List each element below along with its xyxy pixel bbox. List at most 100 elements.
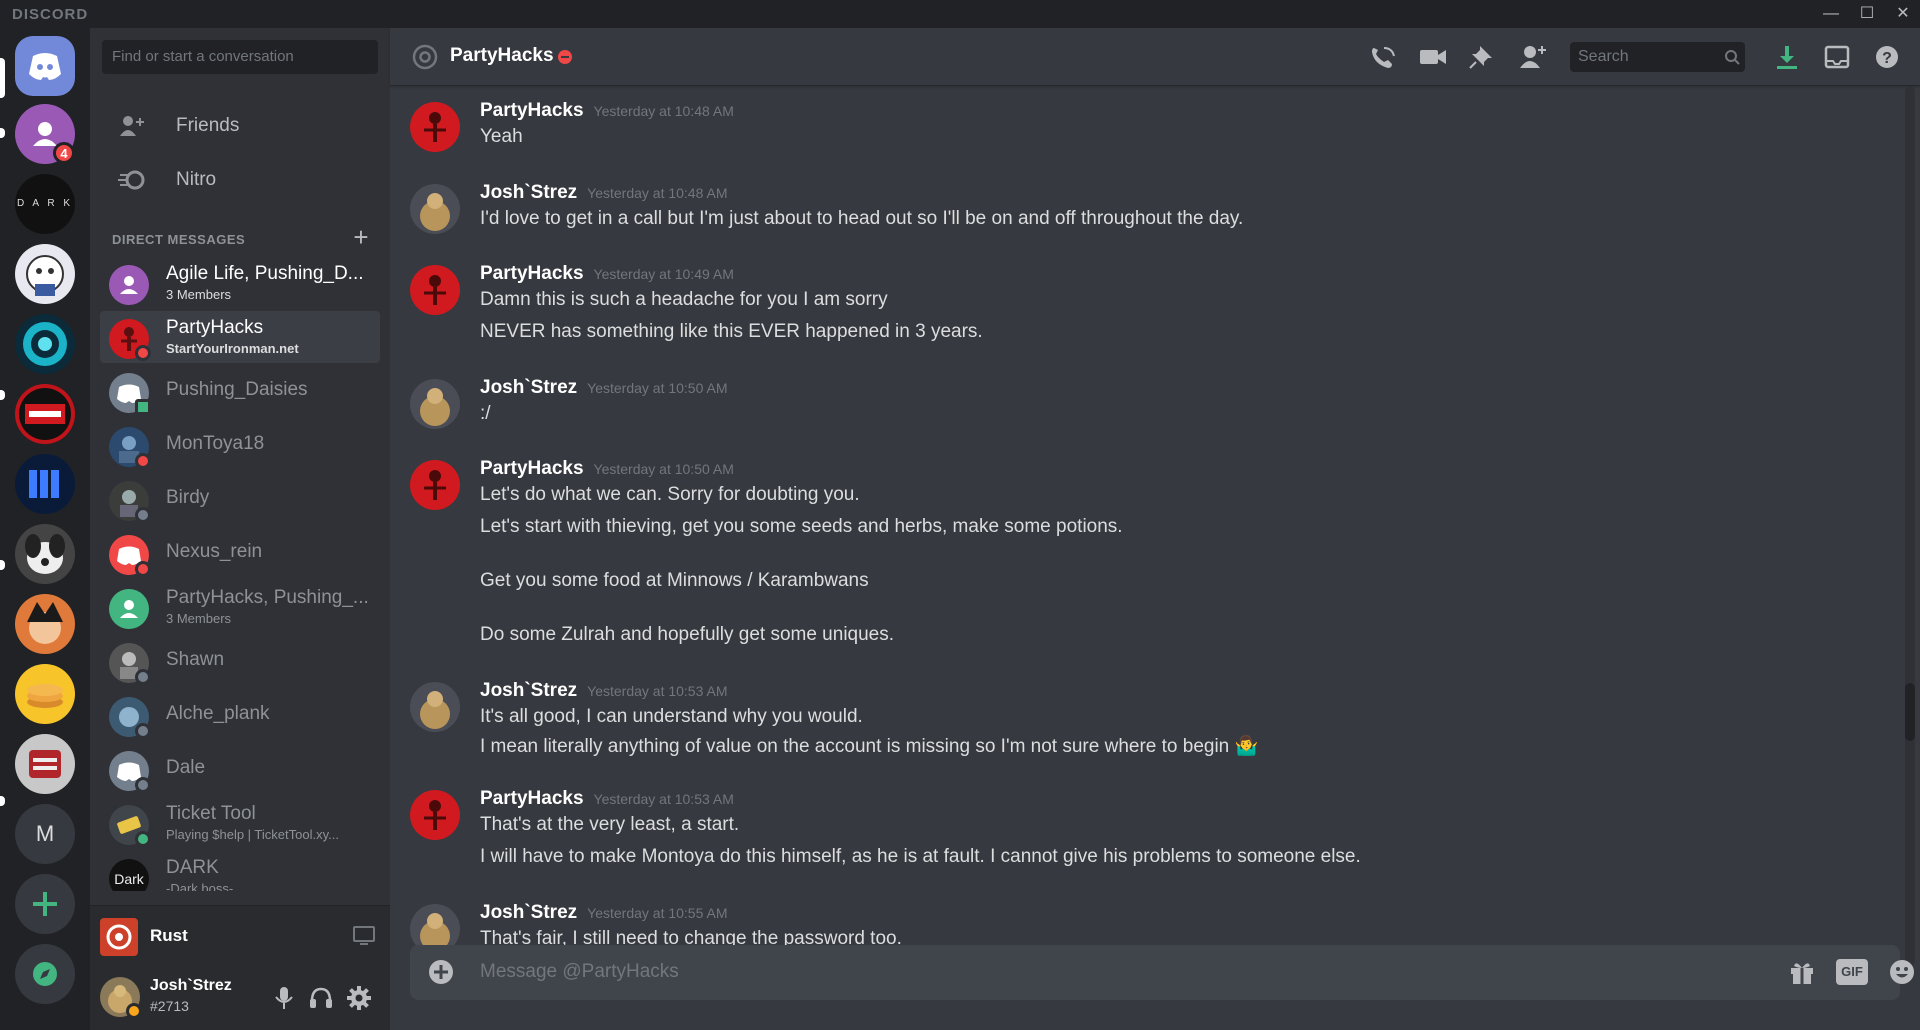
mobile-online-status-icon <box>135 399 151 415</box>
start-video-call-icon[interactable] <box>1418 44 1448 70</box>
server-oprs[interactable] <box>15 454 75 514</box>
dm-item-alche-plank[interactable]: Alche_plank <box>100 689 380 741</box>
server-red-logo[interactable] <box>15 734 75 794</box>
dm-item-dale[interactable]: Dale <box>100 743 380 795</box>
server-start-your-ironman[interactable] <box>15 384 75 444</box>
headphones-icon[interactable] <box>308 985 334 1011</box>
dm-item-agile-life-group[interactable]: Agile Life, Pushing_D... 3 Members <box>100 257 380 309</box>
message-input[interactable]: Message @PartyHacks <box>480 961 679 983</box>
server-dark[interactable]: D A R K <box>15 174 75 234</box>
unread-indicator <box>0 796 5 806</box>
josh-avatar[interactable] <box>410 682 460 732</box>
dnd-status-icon <box>135 561 151 577</box>
message-composer[interactable]: Message @PartyHacks GIF <box>410 945 1914 1000</box>
emoji-picker-icon[interactable] <box>1888 958 1916 986</box>
message-text: NEVER has something like this EVER happe… <box>480 321 983 342</box>
message-author[interactable]: PartyHacks Yesterday at 10:48 AM <box>480 100 734 122</box>
scrollbar-track[interactable] <box>1905 86 1915 966</box>
gift-icon[interactable] <box>1788 958 1816 986</box>
message-author[interactable]: Josh`Strez Yesterday at 10:55 AM <box>480 902 728 924</box>
partyhacks-avatar[interactable] <box>410 790 460 840</box>
dm-item-montoya18[interactable]: MonToya18 <box>100 419 380 471</box>
message-author[interactable]: Josh`Strez Yesterday at 10:50 AM <box>480 377 728 399</box>
unread-indicator <box>0 128 5 138</box>
server-pancake[interactable] <box>15 664 75 724</box>
add-server-button[interactable] <box>15 874 75 934</box>
dm-name: Birdy <box>166 487 210 508</box>
dm-item-nexus-rein[interactable]: Nexus_rein <box>100 527 380 579</box>
gif-picker-button[interactable]: GIF <box>1836 959 1868 985</box>
plus-icon <box>33 892 57 916</box>
nitro-nav[interactable]: Nitro <box>100 156 380 204</box>
dm-item-pushing-daisies[interactable]: Pushing_Daisies <box>100 365 380 417</box>
explore-servers-button[interactable] <box>15 944 75 1004</box>
partyhacks-avatar[interactable] <box>410 265 460 315</box>
home-button[interactable] <box>15 36 75 96</box>
header-search-input[interactable]: Search <box>1570 42 1745 72</box>
server-vortex[interactable] <box>15 314 75 374</box>
message-text: Damn this is such a headache for you I a… <box>480 289 888 310</box>
microphone-icon[interactable] <box>272 985 296 1011</box>
dm-item-shawn[interactable]: Shawn <box>100 635 380 687</box>
message-timestamp: Yesterday at 10:53 AM <box>593 791 734 807</box>
help-icon[interactable]: ? <box>1872 44 1902 70</box>
message-author[interactable]: PartyHacks Yesterday at 10:53 AM <box>480 788 734 810</box>
scrollbar-thumb[interactable] <box>1905 683 1915 741</box>
dnd-status-icon <box>558 50 572 64</box>
chat-header: PartyHacks Search ? <box>390 28 1920 86</box>
nitro-label: Nitro <box>176 169 217 190</box>
compass-icon <box>33 962 57 986</box>
message-timestamp: Yesterday at 10:50 AM <box>593 461 734 477</box>
dm-item-partyhacks-group[interactable]: PartyHacks, Pushing_... 3 Members <box>100 581 380 633</box>
dm-name: Pushing_Daisies <box>166 379 308 400</box>
close-icon[interactable]: ✕ <box>1888 2 1918 26</box>
josh-avatar[interactable] <box>410 184 460 234</box>
friends-nav[interactable]: Friends <box>100 102 380 150</box>
group-icon <box>120 600 138 618</box>
download-icon[interactable] <box>1772 44 1802 70</box>
oprs-logo-icon <box>29 470 59 498</box>
inbox-icon[interactable] <box>1822 44 1852 70</box>
message-author[interactable]: Josh`Strez Yesterday at 10:48 AM <box>480 182 728 204</box>
start-voice-call-icon[interactable] <box>1368 44 1398 70</box>
server-m[interactable]: M <box>15 804 75 864</box>
create-dm-button[interactable]: + <box>348 224 374 250</box>
avatar-figure-icon <box>420 388 450 426</box>
dm-item-dark[interactable]: Dark DARK -Dark boss- <box>100 851 380 891</box>
message-author[interactable]: PartyHacks Yesterday at 10:49 AM <box>480 263 734 285</box>
screen-share-icon[interactable] <box>352 925 376 947</box>
svg-text:?: ? <box>1882 50 1892 67</box>
josh-avatar[interactable] <box>410 379 460 429</box>
dm-item-partyhacks[interactable]: PartyHacks StartYourIronman.net <box>100 311 380 363</box>
online-status-icon <box>135 831 151 847</box>
minimize-icon[interactable]: — <box>1816 2 1846 26</box>
user-tag: #2713 <box>150 998 189 1014</box>
message-author[interactable]: PartyHacks Yesterday at 10:50 AM <box>480 458 734 480</box>
server-dog[interactable] <box>15 524 75 584</box>
server-anime[interactable] <box>15 594 75 654</box>
unread-indicator <box>0 560 5 570</box>
upload-plus-icon[interactable] <box>428 959 454 985</box>
dm-item-ticket-tool[interactable]: Ticket Tool Playing $help | TicketTool.x… <box>100 797 380 849</box>
server-mascot[interactable] <box>15 244 75 304</box>
pinned-messages-icon[interactable] <box>1468 44 1498 70</box>
find-conversation-input[interactable]: Find or start a conversation <box>102 40 378 74</box>
dm-sidebar: Find or start a conversation Friends Nit… <box>90 28 390 1030</box>
dm-item-birdy[interactable]: Birdy <box>100 473 380 525</box>
maximize-icon[interactable]: ☐ <box>1852 2 1882 26</box>
activity-game-name: Rust <box>150 926 188 945</box>
offline-status-icon <box>135 723 151 739</box>
add-friends-to-dm-icon[interactable] <box>1518 44 1548 70</box>
message-author[interactable]: Josh`Strez Yesterday at 10:53 AM <box>480 680 728 702</box>
skeleton-icon <box>424 112 446 142</box>
dm-sub: 3 Members <box>166 287 232 302</box>
ironman-logo-icon <box>19 388 71 440</box>
avatar-figure-icon <box>420 691 450 729</box>
settings-gear-icon[interactable] <box>346 985 372 1011</box>
message-text: Yeah <box>480 126 523 147</box>
skeleton-icon <box>424 275 446 305</box>
author-name: Josh`Strez <box>480 182 578 203</box>
dm-name: PartyHacks <box>166 317 264 338</box>
partyhacks-avatar[interactable] <box>410 102 460 152</box>
partyhacks-avatar[interactable] <box>410 460 460 510</box>
